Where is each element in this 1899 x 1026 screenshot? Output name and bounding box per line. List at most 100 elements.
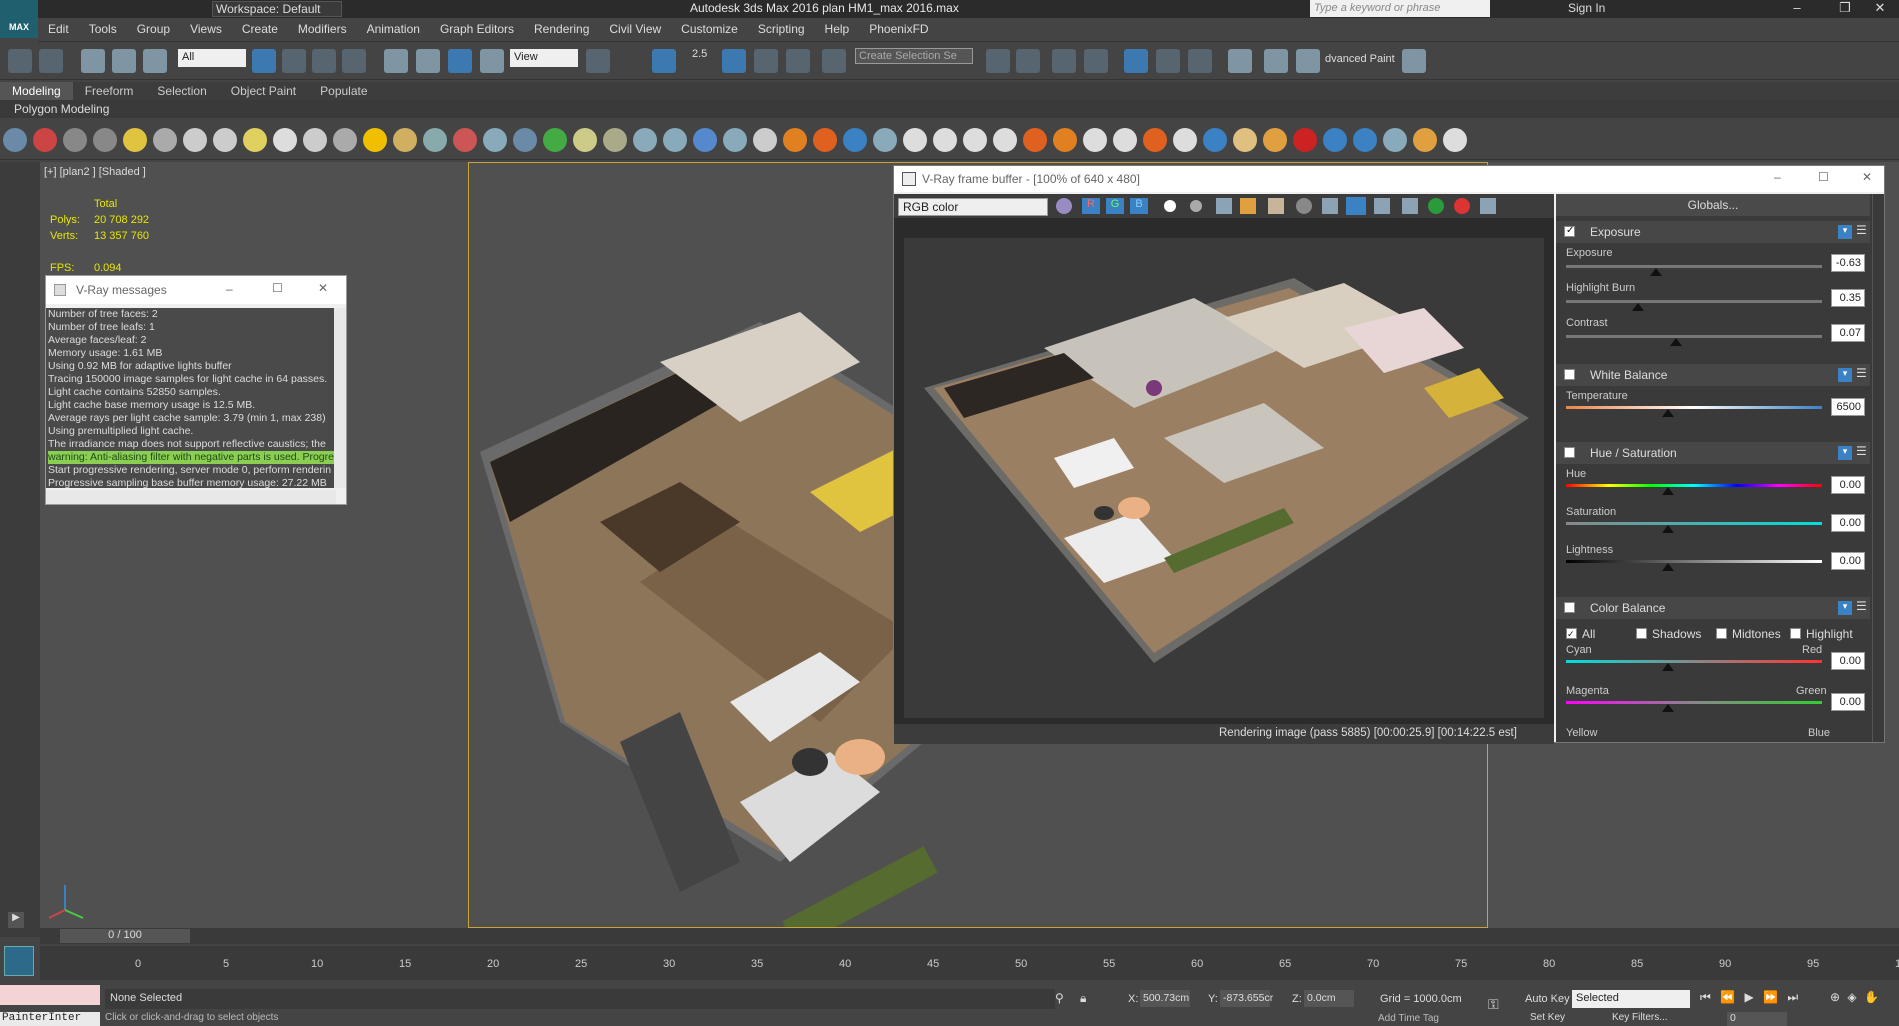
proxy-icon[interactable] (423, 128, 447, 152)
magenta-green-slider-knob[interactable] (1662, 704, 1675, 712)
track-mouse-icon[interactable] (1322, 198, 1338, 214)
chevron-down-icon[interactable]: ▾ (1838, 225, 1852, 239)
spinner-snap-icon[interactable] (786, 49, 810, 73)
x-coordinate-field[interactable]: 500.73cm (1140, 990, 1190, 1007)
hf-icon[interactable] (573, 128, 597, 152)
render-icon[interactable] (1296, 49, 1320, 73)
vmsg-close-icon[interactable]: ✕ (318, 281, 328, 295)
saturation-slider-knob[interactable] (1662, 525, 1675, 533)
vmsg-maximize-icon[interactable]: ☐ (272, 281, 283, 295)
menu-animation[interactable]: Animation (357, 18, 430, 40)
reference-coord-dropdown[interactable]: View (510, 49, 578, 67)
convert-icon[interactable] (693, 128, 717, 152)
vmsg-minimize-icon[interactable]: – (226, 282, 233, 296)
particles-icon[interactable] (873, 128, 897, 152)
restore-icon[interactable]: ❐ (1825, 0, 1865, 16)
go-to-start-icon[interactable]: ⏮ (1700, 990, 1711, 1004)
link-3dsmax-icon[interactable] (1402, 198, 1418, 214)
isolate-icon[interactable]: ⚲ (1055, 991, 1064, 1005)
menu-civil-view[interactable]: Civil View (599, 18, 671, 40)
next-frame-icon[interactable]: ⏩ (1763, 990, 1778, 1004)
torch-icon[interactable] (1263, 128, 1287, 152)
sign-in-button[interactable]: Sign In (1568, 1, 1605, 15)
color-balance-enable-checkbox[interactable] (1564, 602, 1575, 613)
highlight-burn-slider-knob[interactable] (1631, 303, 1644, 311)
render-setup-icon[interactable] (1264, 49, 1288, 73)
foam-icon[interactable] (1203, 128, 1227, 152)
saturation-slider[interactable] (1566, 522, 1822, 533)
time-slider[interactable] (40, 928, 1899, 944)
sphere-light-icon[interactable] (273, 128, 297, 152)
globals-button[interactable]: Globals... (1556, 194, 1870, 216)
menu-group[interactable]: Group (127, 18, 180, 40)
lightness-value[interactable]: 0.00 (1831, 552, 1865, 570)
ies-light-icon[interactable] (303, 128, 327, 152)
window-crossing-icon[interactable] (342, 49, 366, 73)
vray-messages-log[interactable]: Number of tree faces: 2 Number of tree le… (46, 308, 336, 488)
y-coordinate-field[interactable]: -873.655cr (1220, 990, 1273, 1007)
scale-icon[interactable] (448, 49, 472, 73)
saturation-value[interactable]: 0.00 (1831, 514, 1865, 532)
bucket-icon[interactable] (1233, 128, 1257, 152)
stop-render-icon[interactable] (1454, 198, 1470, 214)
sphere-icon[interactable] (393, 128, 417, 152)
pivot-center-icon[interactable] (586, 49, 610, 73)
camera-icon[interactable] (153, 128, 177, 152)
z-coordinate-field[interactable]: 0.0cm (1304, 990, 1354, 1007)
menu-customize[interactable]: Customize (671, 18, 748, 40)
dome-light-icon[interactable] (183, 128, 207, 152)
green-channel-button[interactable]: G (1106, 198, 1124, 214)
render-setup2-icon[interactable] (63, 128, 87, 152)
menu-scripting[interactable]: Scripting (748, 18, 815, 40)
highlight-burn-slider[interactable] (1566, 300, 1822, 311)
ribbon-tab-freeform[interactable]: Freeform (73, 82, 146, 100)
render-last-icon[interactable] (1374, 198, 1390, 214)
menu-views[interactable]: Views (180, 18, 232, 40)
temperature-value[interactable]: 6500 (1831, 398, 1865, 416)
body-force-icon[interactable] (1383, 128, 1407, 152)
bake-icon[interactable] (603, 128, 627, 152)
midtones-checkbox[interactable] (1716, 628, 1727, 639)
ribbon-tab-object-paint[interactable]: Object Paint (219, 82, 308, 100)
scene-explorer-icon[interactable] (1124, 49, 1148, 73)
menu-phoenixfd[interactable]: PhoenixFD (859, 18, 938, 40)
alpha-channel-icon[interactable] (1190, 200, 1202, 212)
add-time-tag[interactable]: Add Time Tag (1378, 1013, 1439, 1024)
fire-preset-icon[interactable] (1023, 128, 1047, 152)
lightness-slider[interactable] (1566, 560, 1822, 571)
vortex-icon[interactable] (1353, 128, 1377, 152)
pause-sim-icon[interactable] (933, 128, 957, 152)
workspace-dropdown[interactable]: Workspace: Default (212, 1, 342, 17)
material-editor-icon[interactable] (1228, 49, 1252, 73)
menu-icon[interactable]: ☰ (1856, 444, 1867, 458)
hue-slider-knob[interactable] (1662, 487, 1675, 495)
key-icon[interactable]: ⚿ (1488, 996, 1499, 1013)
unlink-icon[interactable] (112, 49, 137, 73)
orbit-icon[interactable]: ◈ (1847, 990, 1856, 1004)
save-image-icon[interactable] (1216, 198, 1232, 214)
mesh-clipper-icon[interactable] (453, 128, 477, 152)
lightness-slider-knob[interactable] (1662, 563, 1675, 571)
exposure-slider-knob[interactable] (1649, 268, 1662, 276)
render-production-icon[interactable] (93, 128, 117, 152)
chevron-down-icon[interactable]: ▾ (1838, 601, 1852, 615)
vray-plane-icon[interactable] (483, 128, 507, 152)
exposure-value[interactable]: -0.63 (1831, 254, 1865, 272)
hue-saturation-enable-checkbox[interactable] (1564, 447, 1575, 458)
fluid-preset-icon[interactable] (1083, 128, 1107, 152)
menu-graph-editors[interactable]: Graph Editors (430, 18, 524, 40)
set-key-button[interactable]: Set Key (1530, 1012, 1565, 1023)
white-channel-icon[interactable] (1164, 200, 1176, 212)
temperature-slider[interactable] (1566, 406, 1822, 417)
contrast-value[interactable]: 0.07 (1831, 324, 1865, 342)
menu-icon[interactable]: ☰ (1856, 366, 1867, 380)
phoenix-liquid-icon[interactable] (843, 128, 867, 152)
angle-snap-icon[interactable] (722, 49, 746, 73)
flame-icon[interactable] (1143, 128, 1167, 152)
menu-edit[interactable]: Edit (38, 18, 79, 40)
vfb-titlebar[interactable]: V-Ray frame buffer - [100% of 640 x 480]… (894, 166, 1884, 192)
teapot-icon[interactable] (1480, 198, 1496, 214)
menu-icon[interactable]: ☰ (1856, 223, 1867, 237)
play-sim-icon[interactable] (903, 128, 927, 152)
key-mode-dropdown[interactable]: Selected (1572, 990, 1690, 1008)
